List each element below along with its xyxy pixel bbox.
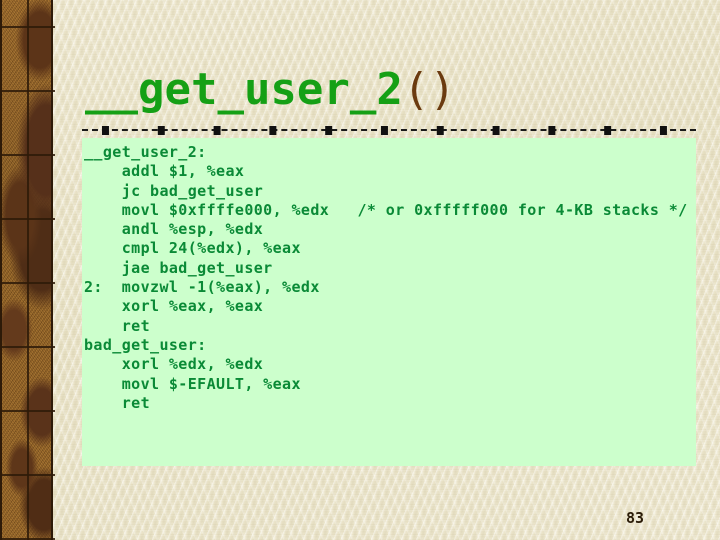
code-listing: __get_user_2: addl $1, %eax jc bad_get_u…	[84, 143, 688, 412]
slide-title: __get_user_2()	[85, 60, 685, 120]
code-block: __get_user_2: addl $1, %eax jc bad_get_u…	[82, 138, 696, 466]
slide-title-identifier: __get_user_2	[85, 64, 403, 115]
slide-title-parentheses: ()	[402, 64, 456, 115]
decorative-left-border	[0, 0, 55, 540]
title-separator	[82, 126, 696, 135]
slide-canvas: __get_user_2() __get_user_2: addl $1, %e…	[0, 0, 720, 540]
decorative-border-grid	[2, 0, 55, 540]
separator-square-markers	[82, 126, 696, 135]
page-number: 83	[625, 509, 644, 527]
